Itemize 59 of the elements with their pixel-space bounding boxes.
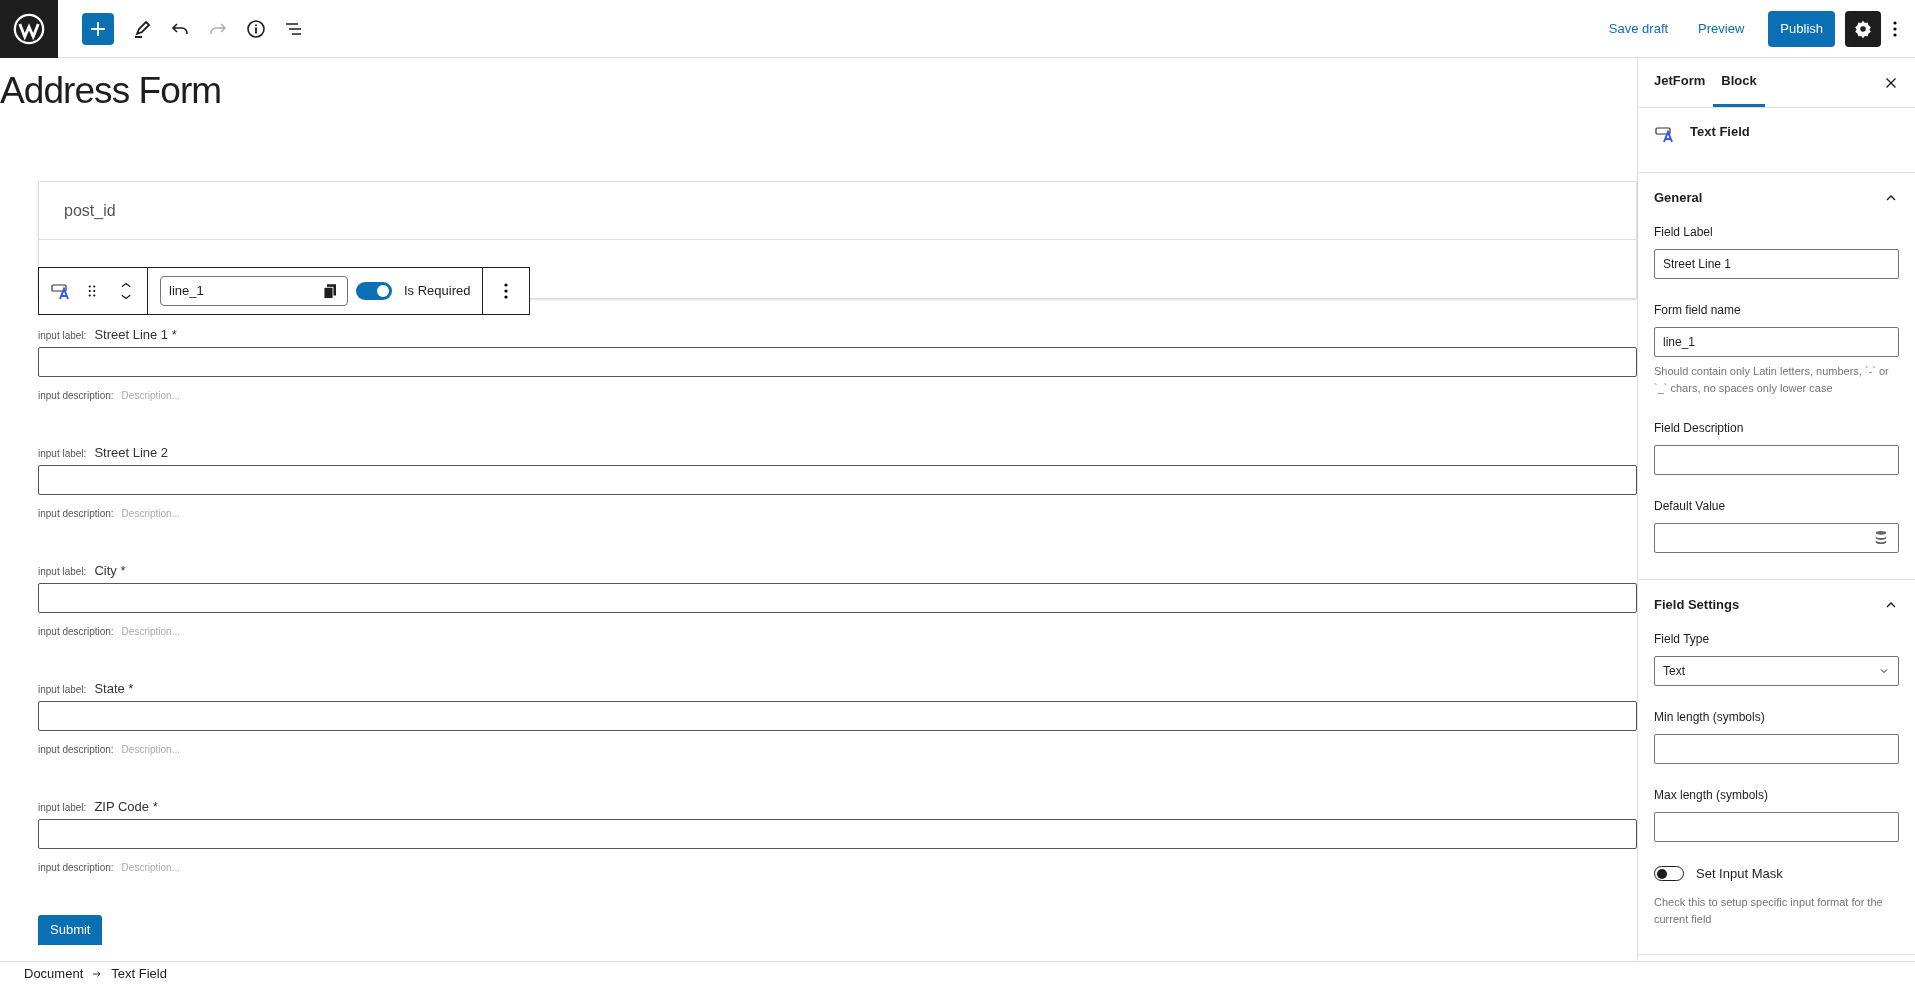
setting-label: Form field name [1654, 302, 1742, 319]
panel-header[interactable]: General [1654, 173, 1899, 223]
description-prefix: input description: [38, 388, 114, 403]
setting-label: Min length (symbols) [1654, 709, 1766, 726]
logo-icon [12, 11, 46, 46]
label-prefix: input label: [38, 328, 87, 343]
label-prefix: input label: [38, 564, 87, 579]
breadcrumb-link[interactable]: Document [24, 963, 84, 984]
more-vertical-icon [1893, 20, 1897, 37]
toolbar-link-button[interactable]: Save draft [1598, 10, 1679, 47]
setting-input[interactable] [1654, 523, 1899, 553]
breadcrumb-link[interactable]: Text Field [111, 963, 167, 984]
sidebar-tab[interactable]: JetForm [1646, 58, 1714, 107]
text-input[interactable] [38, 819, 1637, 849]
input-mask-toggle[interactable]: Set Input Mask [1654, 864, 1899, 884]
more-vertical-icon [504, 283, 509, 299]
settings-button[interactable] [1845, 10, 1881, 47]
required-toggle[interactable]: Is Required [356, 281, 471, 301]
setting-label: Field Type [1654, 631, 1711, 648]
label-prefix: input label: [38, 446, 87, 461]
field-label[interactable]: City * [94, 561, 126, 581]
toolbar-link-button[interactable]: Preview [1688, 10, 1755, 47]
setting-label: Max length (symbols) [1654, 787, 1770, 804]
setting-input[interactable]: line_1 [1654, 327, 1899, 357]
description-prefix: input description: [38, 742, 114, 757]
setting-label: Default Value [1654, 498, 1727, 515]
setting-input[interactable] [1654, 445, 1899, 475]
description-prefix: input description: [38, 506, 114, 521]
hidden-field-label: post_id [64, 200, 116, 221]
panel-header[interactable]: Field Settings [1654, 580, 1899, 630]
block-title: Text Field [1690, 123, 1750, 141]
setting-input[interactable] [1654, 812, 1899, 842]
plus-button[interactable] [82, 12, 114, 45]
text-input[interactable] [38, 583, 1637, 613]
help-text: Check this to setup specific input format for the current field [1654, 894, 1884, 927]
copy-icon [321, 282, 339, 300]
post-title[interactable]: Address Form [0, 72, 1637, 109]
field-type-select[interactable]: Text [1654, 656, 1899, 686]
setting-input[interactable] [1654, 734, 1899, 764]
text-input[interactable] [38, 701, 1637, 731]
field-label[interactable]: State * [94, 679, 134, 699]
text-input[interactable] [38, 347, 1637, 377]
setting-label: Field Label [1654, 224, 1714, 241]
field-label[interactable]: Street Line 2 [94, 443, 169, 463]
help-text: Should contain only Latin letters, numbers, `-` or `_` chars, no spaces only lower case [1654, 364, 1890, 396]
label-prefix: input label: [38, 800, 87, 815]
field-label[interactable]: ZIP Code * [94, 797, 158, 817]
description-prefix: input description: [38, 860, 114, 875]
submit-button[interactable]: Submit [38, 915, 103, 945]
setting-input[interactable]: Street Line 1 [1654, 249, 1899, 279]
field-label[interactable]: Street Line 1 * [94, 325, 177, 345]
logo-tile[interactable] [0, 0, 58, 58]
publish-button[interactable]: Publish [1768, 10, 1835, 47]
description-prefix: input description: [38, 624, 114, 639]
text-input[interactable] [38, 465, 1637, 495]
field-name-input[interactable]: line_1 [160, 276, 348, 306]
setting-label: Field Description [1654, 420, 1745, 437]
sidebar-tab[interactable]: Block [1713, 58, 1765, 107]
label-prefix: input label: [38, 682, 87, 697]
